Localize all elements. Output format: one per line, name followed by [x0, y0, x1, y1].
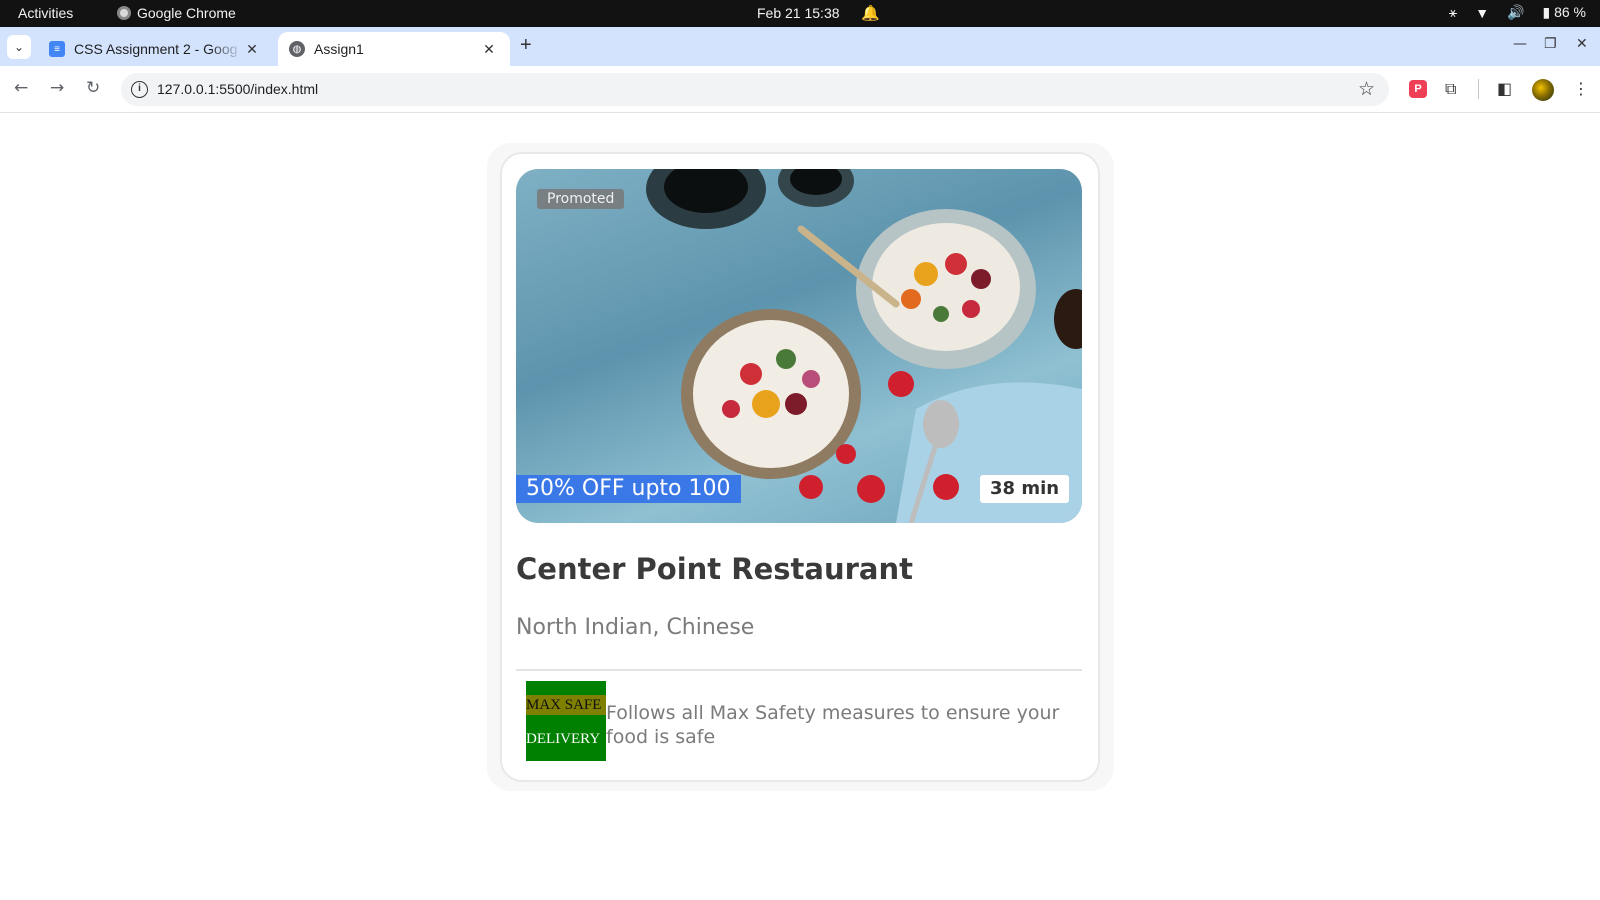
chevron-down-icon: ⌄: [13, 40, 25, 54]
tab-title: Assign1: [314, 41, 364, 57]
site-info-icon[interactable]: i: [131, 81, 148, 98]
forward-arrow-icon[interactable]: →: [50, 78, 64, 98]
google-docs-icon: ≡: [49, 41, 65, 57]
tab-css-assignment[interactable]: ≡ CSS Assignment 2 - Goog ✕: [38, 32, 273, 66]
close-window-icon[interactable]: ✕: [1576, 36, 1588, 52]
promoted-badge: Promoted: [537, 189, 625, 209]
chrome-menu-icon[interactable]: ⋮: [1573, 79, 1589, 98]
globe-icon: ◍: [289, 41, 305, 57]
network-manager-icon: ⚹: [1448, 4, 1458, 20]
app-menu[interactable]: Google Chrome: [117, 5, 236, 21]
app-name: Google Chrome: [137, 5, 236, 21]
tab-assign1[interactable]: ◍ Assign1 ✕: [278, 32, 510, 66]
notification-bell-icon: 🔔: [861, 5, 880, 22]
address-bar[interactable]: i 127.0.0.1:5500/index.html ☆: [121, 73, 1389, 106]
tab-close-icon[interactable]: ✕: [480, 41, 498, 58]
food-bowls-illustration: [646, 169, 1082, 523]
extensions-puzzle-icon[interactable]: ⧉: [1445, 79, 1456, 99]
profile-avatar[interactable]: [1532, 79, 1554, 101]
safety-description: Follows all Max Safety measures to ensur…: [606, 702, 1060, 748]
delivery-time-badge: 38 min: [980, 475, 1070, 503]
safety-badge-line2: DELIVERY: [526, 731, 601, 747]
minimize-icon[interactable]: —: [1513, 36, 1527, 52]
food-image: [516, 169, 1082, 523]
safety-badge-line1: MAX SAFE: [526, 695, 606, 715]
volume-icon: 🔊: [1507, 4, 1525, 20]
tab-search-button[interactable]: ⌄: [7, 35, 31, 59]
tab-title: CSS Assignment 2 - Goog: [74, 41, 238, 57]
clock[interactable]: Feb 21 15:38: [757, 5, 840, 21]
system-top-bar: Activities Google Chrome Feb 21 15:38 🔔 …: [0, 0, 1600, 27]
url-text[interactable]: 127.0.0.1:5500/index.html: [157, 81, 318, 97]
back-arrow-icon[interactable]: ←: [14, 78, 28, 98]
offer-label: 50% OFF upto 100: [516, 475, 741, 503]
reload-icon[interactable]: ↻: [86, 78, 100, 98]
browser-toolbar: ← → ↻ i 127.0.0.1:5500/index.html ☆ ⧉ ◧ …: [0, 66, 1600, 113]
wifi-icon: ▼: [1475, 4, 1490, 21]
new-tab-button[interactable]: +: [520, 34, 532, 57]
activities-button[interactable]: Activities: [18, 5, 73, 21]
battery-percent: 86 %: [1554, 4, 1586, 20]
tab-close-icon[interactable]: ✕: [243, 41, 261, 58]
max-safety-badge: MAX SAFE DELIVERY: [526, 681, 606, 761]
toolbar-divider: [1478, 79, 1479, 99]
tab-strip: ⌄ ≡ CSS Assignment 2 - Goog ✕ ◍ Assign1 …: [0, 27, 1600, 66]
card-divider: [516, 669, 1082, 671]
side-panel-icon[interactable]: ◧: [1497, 79, 1512, 98]
battery-indicator: ▮ 86 %: [1542, 4, 1586, 20]
bookmark-star-icon[interactable]: ☆: [1358, 78, 1375, 100]
pocket-extension-icon[interactable]: P: [1409, 80, 1427, 98]
system-tray[interactable]: ⚹ ▼ 🔊 ▮ 86 %: [1449, 4, 1586, 21]
restaurant-name: Center Point Restaurant: [516, 552, 913, 586]
cuisine-text: North Indian, Chinese: [516, 615, 755, 640]
restore-icon[interactable]: ❐: [1544, 36, 1557, 52]
chrome-icon: [117, 6, 131, 20]
